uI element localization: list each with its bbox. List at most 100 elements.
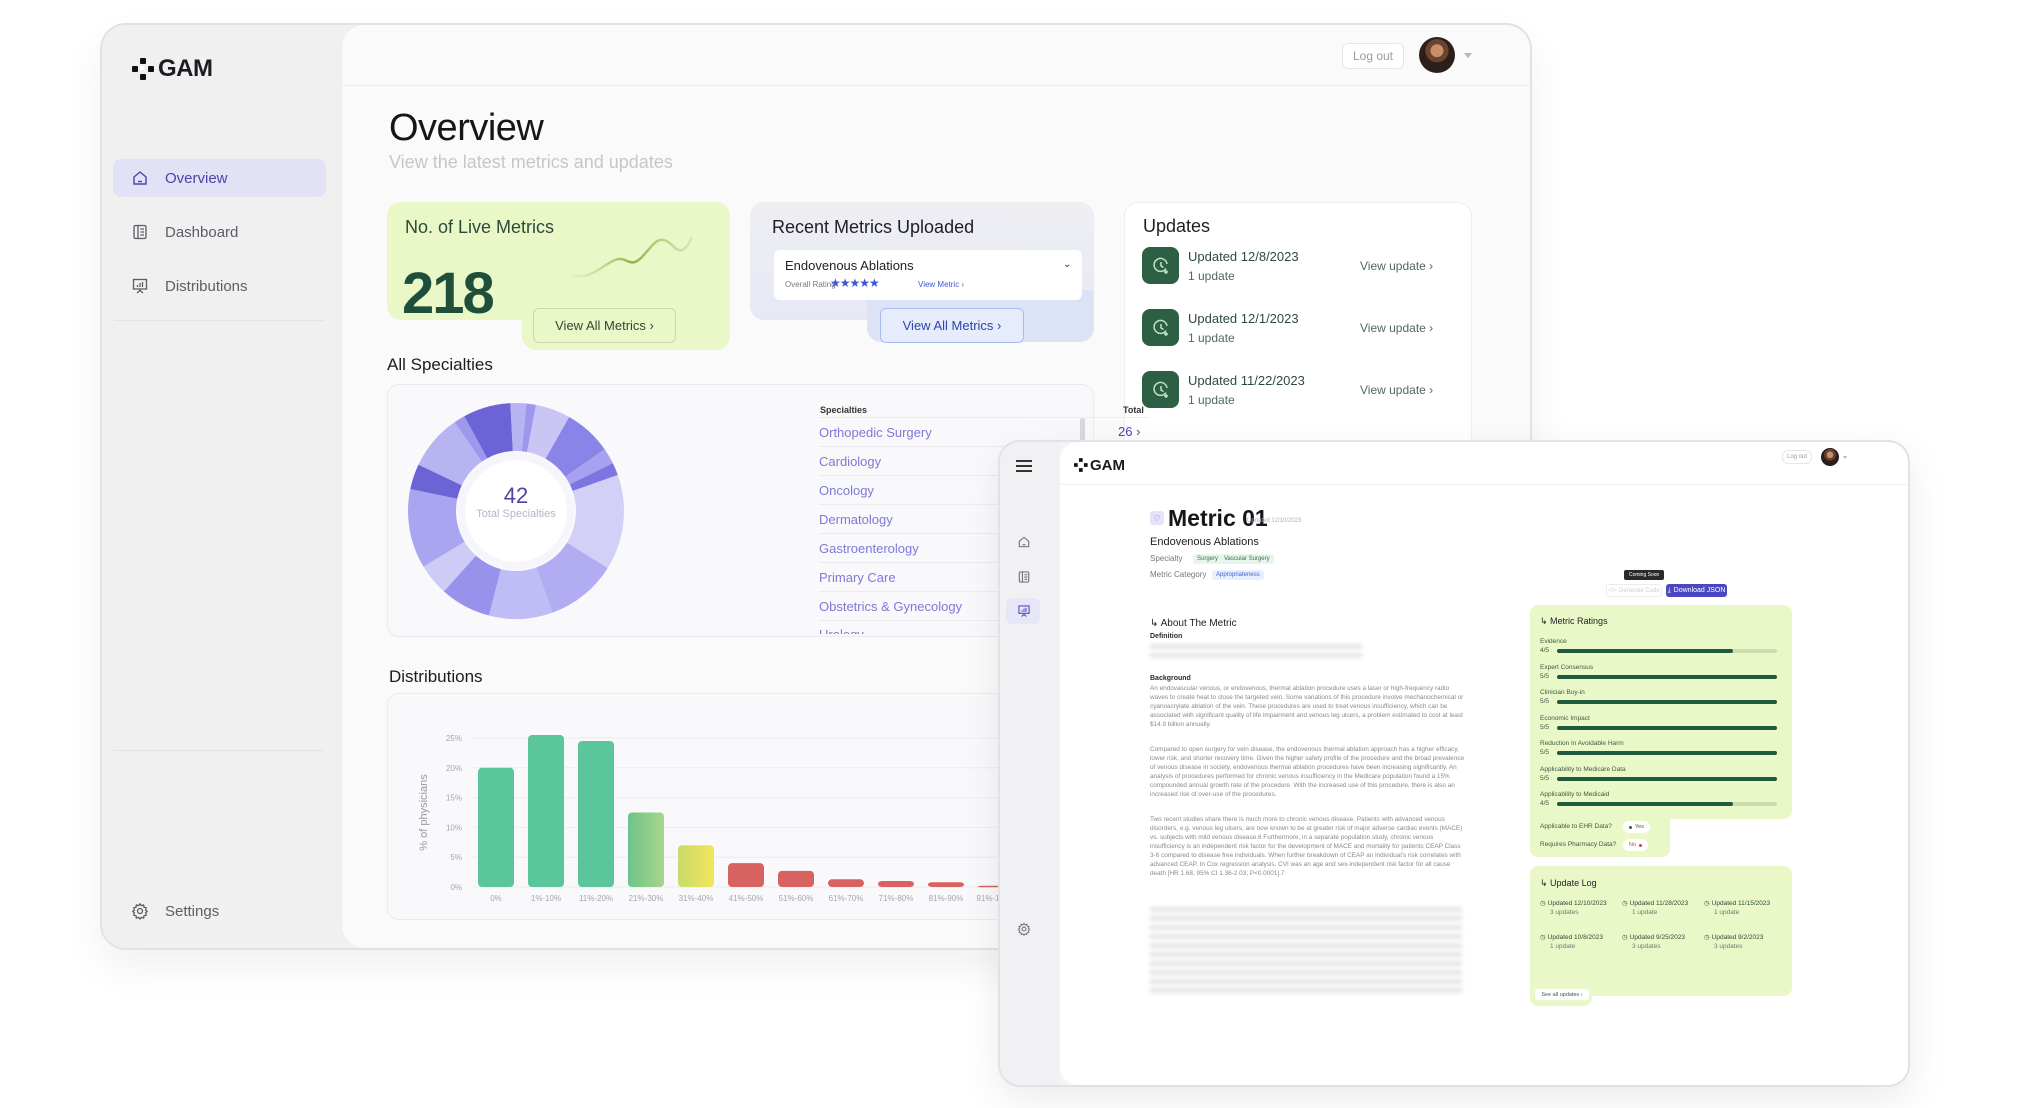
metric-ratings-card [1530, 605, 1792, 819]
gear-icon[interactable] [1017, 922, 1031, 936]
download-json-button[interactable]: ⤓ Download JSON [1666, 584, 1727, 597]
status-dot-icon [1629, 825, 1632, 829]
y-tick-label: 20% [446, 764, 462, 773]
update-count: 1 update [1188, 269, 1235, 283]
arrow-return-icon: ↳ [1150, 618, 1161, 629]
view-all-metrics-button-2[interactable]: View All Metrics › [880, 308, 1024, 343]
view-all-metrics-button[interactable]: View All Metrics › [533, 308, 676, 343]
view-metric-link[interactable]: View Metric › [918, 280, 964, 289]
arrow-return-icon: ↳ [1540, 878, 1551, 888]
top-bar: Log out [342, 25, 1530, 86]
view-update-link[interactable]: View update › [1360, 259, 1433, 273]
overall-rating-label: Overall Rating [785, 280, 836, 289]
x-tick-label: 21%-30% [629, 894, 664, 903]
total-specialties-value: 42 [503, 483, 529, 508]
chevron-down-icon[interactable] [1843, 456, 1847, 459]
update-count: 1 update [1188, 393, 1235, 407]
x-tick-label: 81%-90% [929, 894, 964, 903]
update-log-date[interactable]: ◷ Updated 9/2/2023 [1704, 933, 1763, 942]
logout-button[interactable]: Log out [1342, 43, 1404, 69]
menu-icon[interactable] [1016, 460, 1032, 472]
avatar[interactable] [1821, 448, 1839, 466]
brand-logo[interactable]: GAM [1074, 454, 1125, 476]
brand-name: GAM [1090, 456, 1125, 474]
live-metrics-title: No. of Live Metrics [405, 217, 555, 237]
bar [478, 767, 514, 887]
chevron-down-icon[interactable]: ⌄ [1063, 259, 1071, 270]
bar [528, 735, 564, 887]
update-log-date[interactable]: ◷ Updated 11/28/2023 [1622, 899, 1688, 908]
specialty-tag: Vascular Surgery [1220, 554, 1274, 564]
rating-bar [1557, 674, 1777, 679]
rating-score: 4/5 [1540, 647, 1550, 654]
update-log-count: 3 updates [1714, 943, 1743, 950]
brand-name: GAM [158, 55, 213, 82]
view-update-link[interactable]: View update › [1360, 321, 1433, 335]
rating-bar-fill [1557, 802, 1733, 806]
bar [628, 812, 664, 887]
update-log-date[interactable]: ◷ Updated 12/10/2023 [1540, 899, 1607, 908]
sidebar: GAM Overview Dashboard Distributions Set… [102, 25, 342, 948]
sidebar-item-dashboard[interactable]: Dashboard [113, 213, 326, 251]
update-log-date[interactable]: ◷ Updated 9/25/2023 [1622, 933, 1685, 942]
logo-icon [1074, 458, 1088, 472]
rating-score: 4/5 [1540, 800, 1550, 807]
x-tick-label: 41%-50% [729, 894, 764, 903]
rating-label: Applicability to Medicare Data [1540, 765, 1626, 773]
update-log-count: 1 update [1632, 909, 1658, 916]
metric-category-label: Metric Category [1150, 570, 1207, 579]
sidebar-item-distributions[interactable]: Distributions [113, 267, 326, 305]
presentation-chart-icon[interactable] [1017, 604, 1031, 618]
sidebar-item-overview[interactable]: Overview [113, 159, 326, 197]
update-log-date[interactable]: ◷ Updated 10/8/2023 [1540, 933, 1603, 942]
rating-bar-fill [1557, 725, 1777, 730]
metric-name: Endovenous Ablations [1150, 536, 1259, 548]
update-date: Updated 11/22/2023 [1188, 373, 1305, 388]
rating-bar-fill [1557, 700, 1777, 704]
home-icon[interactable] [1017, 535, 1031, 549]
logo-icon [132, 58, 154, 80]
update-date: Updated 12/1/2023 [1188, 311, 1299, 326]
sidebar-item-settings[interactable]: Settings [113, 892, 326, 930]
rating-bar [1557, 649, 1777, 653]
specialty-name: Oncology [819, 482, 874, 498]
total-column-header: Total [1123, 405, 1144, 415]
rating-bar-fill [1557, 776, 1777, 781]
background-paragraph: Two recent studies share there is much m… [1150, 816, 1463, 877]
dashboard-icon [133, 224, 147, 240]
specialty-tag: Surgery [1193, 554, 1223, 564]
sparkline-icon [571, 236, 694, 278]
definition-text-blurred [1150, 644, 1362, 658]
download-json-label: Download JSON [1673, 587, 1726, 594]
clock-icon: ◷ [1540, 934, 1546, 941]
see-all-updates-button[interactable]: See all updates › [1535, 989, 1589, 1000]
avatar[interactable] [1419, 37, 1455, 73]
y-axis-label: % of physicians [418, 774, 430, 851]
specialty-name: Primary Care [819, 569, 896, 585]
bar [828, 879, 864, 887]
view-update-link[interactable]: View update › [1360, 383, 1433, 397]
update-log-date[interactable]: ◷ Updated 11/15/2023 [1704, 899, 1770, 908]
rating-bar-fill [1557, 674, 1777, 679]
star-rating-icon: ★★★★★ [830, 276, 880, 290]
rating-score: 5/5 [1540, 672, 1550, 680]
logout-button[interactable]: Log out [1782, 450, 1812, 464]
sidebar-item-label: Overview [165, 169, 228, 187]
background-paragraph: Compared to open surgery for vein diseas… [1150, 746, 1465, 798]
specialty-total[interactable]: 26 › [1118, 424, 1140, 439]
dashboard-icon[interactable] [1017, 570, 1031, 584]
rating-bar [1557, 751, 1777, 755]
clock-update-icon [1142, 247, 1179, 284]
x-tick-label: 0% [490, 894, 502, 903]
specialty-name: Cardiology [819, 453, 882, 469]
specialty-name: Orthopedic Surgery [819, 424, 932, 440]
updates-title: Updates [1143, 216, 1211, 236]
pharmacy-data-pill: No [1623, 839, 1649, 851]
metric-ratings-heading: ↳ Metric Ratings [1540, 616, 1608, 626]
specialty-name: Gastroenterology [819, 540, 919, 556]
brand-logo[interactable]: GAM [132, 55, 213, 83]
sidebar-item-label: Distributions [165, 277, 248, 295]
rating-label: Economic Impact [1540, 714, 1590, 722]
specialties-scrollbar[interactable] [1080, 418, 1085, 442]
chevron-down-icon[interactable] [1464, 53, 1472, 58]
